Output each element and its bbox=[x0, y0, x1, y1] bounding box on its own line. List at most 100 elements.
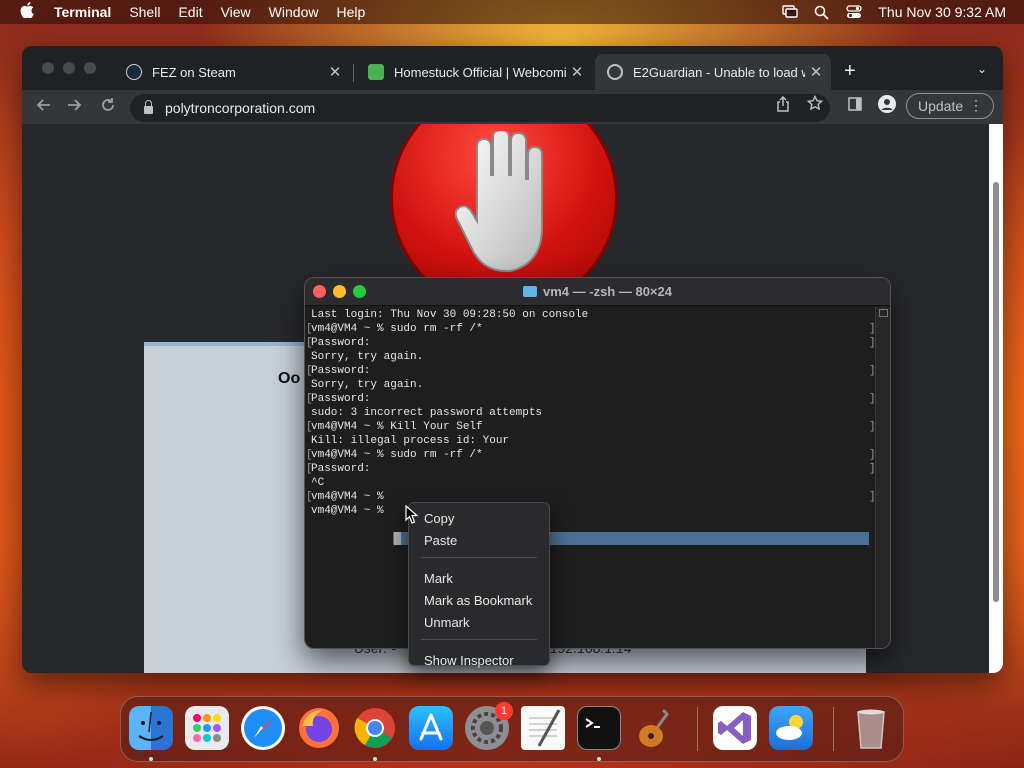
new-tab-icon[interactable]: + bbox=[844, 60, 856, 83]
close-tab-icon[interactable]: ✕ bbox=[805, 63, 827, 81]
page-scrollbar[interactable] bbox=[989, 124, 1003, 673]
terminal-minimize-button[interactable] bbox=[333, 285, 346, 298]
bracket-mark: [ bbox=[306, 463, 313, 475]
terminal-close-button[interactable] bbox=[313, 285, 326, 298]
app-store-icon[interactable] bbox=[409, 706, 453, 750]
menu-edit[interactable]: Edit bbox=[169, 4, 211, 20]
terminal-line: Kill: illegal process id: Your bbox=[311, 435, 510, 447]
terminal-line: [Password:] bbox=[306, 463, 876, 475]
textedit-icon[interactable] bbox=[521, 706, 565, 750]
mouse-pointer-icon bbox=[405, 505, 419, 524]
bracket-mark: [ bbox=[306, 365, 313, 377]
bracket-mark: [ bbox=[306, 449, 313, 461]
terminal-line: sudo: 3 incorrect password attempts bbox=[311, 407, 543, 419]
bracket-mark: [ bbox=[306, 421, 313, 433]
globe-icon bbox=[607, 64, 623, 80]
text-cursor bbox=[394, 532, 401, 545]
reload-icon[interactable] bbox=[100, 97, 116, 118]
weather-icon[interactable] bbox=[769, 706, 813, 750]
finder-icon[interactable] bbox=[129, 706, 173, 750]
close-window-button[interactable] bbox=[42, 62, 54, 74]
menu-window[interactable]: Window bbox=[260, 4, 328, 20]
steam-icon bbox=[126, 64, 142, 80]
terminal-line: vm4@VM4 ~ % bbox=[311, 505, 384, 517]
bracket-mark: [ bbox=[306, 393, 313, 405]
browser-window-controls bbox=[42, 62, 96, 74]
apple-menu-icon[interactable] bbox=[0, 2, 54, 22]
terminal-line: Sorry, try again. bbox=[311, 379, 424, 391]
menu-item-mark[interactable]: Mark bbox=[409, 568, 549, 590]
bracket-mark: [ bbox=[306, 491, 313, 503]
minimize-window-button[interactable] bbox=[63, 62, 75, 74]
menu-item-copy[interactable]: Copy bbox=[409, 508, 549, 530]
trash-icon[interactable] bbox=[849, 706, 893, 750]
terminal-icon[interactable] bbox=[577, 706, 621, 750]
menu-item-unmark[interactable]: Unmark bbox=[409, 612, 549, 634]
menu-view[interactable]: View bbox=[212, 4, 260, 20]
terminal-line: [vm4@VM4 ~ %] bbox=[306, 491, 876, 503]
visual-studio-icon[interactable] bbox=[713, 706, 757, 750]
terminal-zoom-button[interactable] bbox=[353, 285, 366, 298]
terminal-titlebar[interactable]: vm4 — -zsh — 80×24 bbox=[305, 278, 890, 306]
address-bar[interactable]: polytroncorporation.com bbox=[130, 94, 830, 122]
dock-divider bbox=[833, 707, 834, 751]
tab-divider bbox=[353, 64, 354, 82]
launchpad-icon[interactable] bbox=[185, 706, 229, 750]
menu-divider bbox=[421, 557, 537, 558]
terminal-line: ^C bbox=[311, 477, 325, 489]
scroll-indicator-icon bbox=[879, 309, 888, 317]
running-indicator bbox=[373, 757, 377, 761]
tab-fez-on-steam[interactable]: FEZ on Steam ✕ bbox=[114, 54, 350, 90]
terminal-line: [vm4@VM4 ~ % Kill Your Self] bbox=[306, 421, 876, 433]
menu-terminal[interactable]: Terminal bbox=[54, 4, 120, 20]
bookmark-star-icon[interactable] bbox=[806, 94, 824, 115]
lock-icon[interactable] bbox=[144, 100, 153, 114]
forward-arrow-icon[interactable] bbox=[66, 97, 82, 118]
menu-item-paste[interactable]: Paste bbox=[409, 530, 549, 552]
terminal-line: Last login: Thu Nov 30 09:28:50 on conso… bbox=[311, 309, 589, 321]
garageband-icon[interactable] bbox=[633, 706, 677, 750]
spotlight-search-icon[interactable] bbox=[814, 5, 830, 20]
menu-divider bbox=[421, 639, 537, 640]
screen-mirroring-icon[interactable] bbox=[782, 5, 799, 19]
terminal-title: vm4 — -zsh — 80×24 bbox=[543, 284, 672, 299]
more-menu-icon[interactable]: ⋮ bbox=[969, 97, 983, 114]
menu-item-mark-as-bookmark[interactable]: Mark as Bookmark bbox=[409, 590, 549, 612]
homestuck-icon bbox=[368, 64, 384, 80]
terminal-line: [Password:] bbox=[306, 365, 876, 377]
url-text[interactable]: polytroncorporation.com bbox=[165, 100, 315, 116]
update-button[interactable]: Update ⋮ bbox=[906, 93, 994, 119]
tab-homestuck[interactable]: Homestuck Official | Webcomic ✕ bbox=[356, 54, 592, 90]
terminal-line: [vm4@VM4 ~ % sudo rm -rf /*] bbox=[306, 323, 876, 335]
menu-item-show-inspector[interactable]: Show Inspector bbox=[409, 650, 549, 672]
bracket-mark: [ bbox=[306, 337, 313, 349]
chrome-icon[interactable] bbox=[353, 706, 397, 750]
scrollbar-thumb[interactable] bbox=[993, 182, 999, 602]
back-arrow-icon[interactable] bbox=[36, 97, 52, 118]
terminal-line: [Password:] bbox=[306, 337, 876, 349]
menu-bar: Terminal Shell Edit View Window Help Thu… bbox=[0, 0, 1024, 24]
tab-search-chevron-icon[interactable]: ⌄ bbox=[977, 62, 987, 76]
menu-help[interactable]: Help bbox=[327, 4, 374, 20]
bracket-mark: [ bbox=[306, 323, 313, 335]
dock-divider bbox=[697, 707, 698, 751]
control-center-icon[interactable] bbox=[846, 5, 863, 19]
profile-avatar-icon[interactable] bbox=[878, 95, 896, 117]
page-heading: Oo bbox=[278, 370, 301, 387]
firefox-icon[interactable] bbox=[297, 706, 341, 750]
browser-toolbar: polytroncorporation.com Update ⋮ bbox=[22, 90, 1003, 124]
zoom-window-button[interactable] bbox=[84, 62, 96, 74]
terminal-line: [Password:] bbox=[306, 393, 876, 405]
terminal-scrollbar[interactable] bbox=[875, 307, 890, 648]
share-icon[interactable] bbox=[776, 95, 790, 116]
close-tab-icon[interactable]: ✕ bbox=[324, 63, 346, 81]
menubar-clock[interactable]: Thu Nov 30 9:32 AM bbox=[878, 4, 1006, 20]
safari-icon[interactable] bbox=[241, 706, 285, 750]
terminal-output[interactable]: Last login: Thu Nov 30 09:28:50 on conso… bbox=[305, 307, 876, 648]
running-indicator bbox=[149, 757, 153, 761]
menu-shell[interactable]: Shell bbox=[120, 4, 169, 20]
terminal-line: Sorry, try again. bbox=[311, 351, 424, 363]
tab-e2guardian[interactable]: E2Guardian - Unable to load w ✕ bbox=[595, 54, 831, 90]
side-panel-icon[interactable] bbox=[848, 97, 862, 115]
close-tab-icon[interactable]: ✕ bbox=[566, 63, 588, 81]
